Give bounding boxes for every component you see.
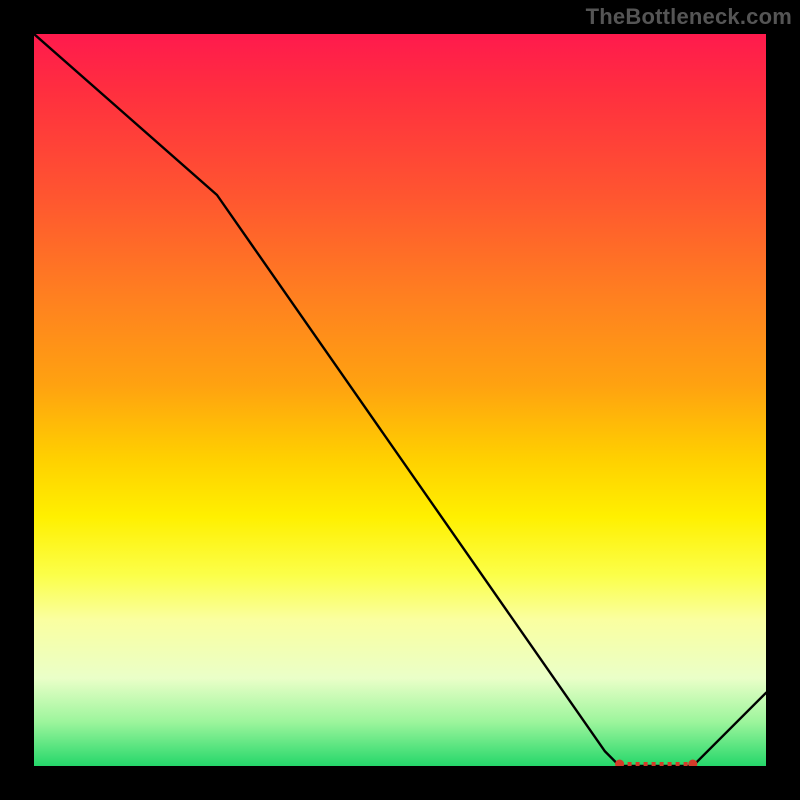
chart-frame: TheBottleneck.com — [0, 0, 800, 800]
chart-gradient-area — [34, 34, 766, 766]
watermark-text: TheBottleneck.com — [586, 4, 792, 30]
